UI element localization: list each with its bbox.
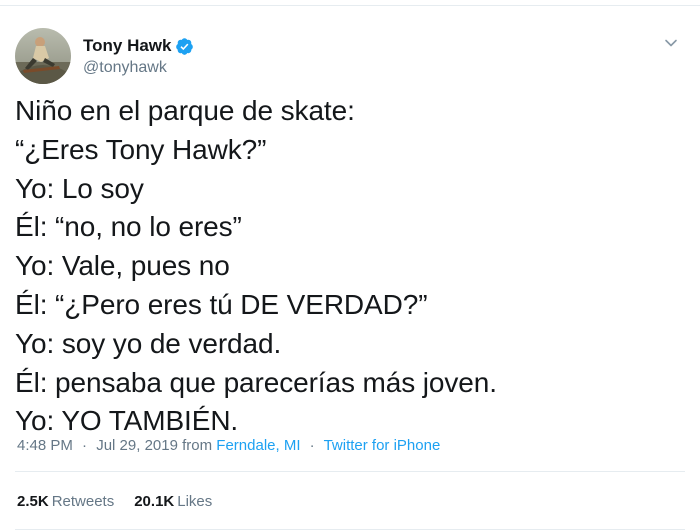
tweet-text: Niño en el parque de skate: “¿Eres Tony … — [15, 92, 685, 441]
tweet-card: Tony Hawk @tonyhawk Niño en el parque de… — [0, 0, 700, 530]
tweet-header: Tony Hawk @tonyhawk — [15, 28, 194, 84]
tweet-time[interactable]: 4:48 PM — [17, 437, 73, 454]
likes-stat[interactable]: 20.1K Likes — [134, 493, 212, 510]
tweet-line: Él: pensaba que parecerías más joven. — [15, 366, 497, 398]
tweet-line: Yo: YO TAMBIÉN. — [15, 405, 239, 437]
divider — [15, 471, 685, 472]
chevron-down-icon[interactable] — [664, 36, 678, 50]
top-divider — [0, 0, 700, 6]
separator: · — [82, 437, 88, 454]
tweet-line: “¿Eres Tony Hawk?” — [15, 133, 267, 165]
avatar[interactable] — [15, 28, 71, 84]
name-row: Tony Hawk — [83, 35, 194, 57]
user-handle[interactable]: @tonyhawk — [83, 59, 194, 77]
user-names: Tony Hawk @tonyhawk — [83, 35, 194, 77]
source-link[interactable]: Twitter for iPhone — [324, 437, 441, 454]
likes-count: 20.1K — [134, 493, 175, 510]
location-link[interactable]: Ferndale, MI — [216, 437, 300, 454]
from-label: from — [182, 437, 213, 454]
tweet-date[interactable]: Jul 29, 2019 — [96, 437, 178, 454]
tweet-line: Él: “no, no lo eres” — [15, 211, 242, 243]
retweets-count: 2.5K — [17, 493, 49, 510]
tweet-line: Él: “¿Pero eres tú DE VERDAD?” — [15, 288, 428, 320]
retweets-stat[interactable]: 2.5K Retweets — [17, 493, 114, 510]
tweet-stats: 2.5K Retweets 20.1K Likes — [17, 493, 232, 510]
separator: · — [309, 437, 315, 454]
avatar-image — [15, 28, 71, 84]
tweet-metadata: 4:48 PM · Jul 29, 2019 from Ferndale, MI… — [17, 437, 440, 454]
tweet-line: Yo: Vale, pues no — [15, 250, 230, 282]
display-name[interactable]: Tony Hawk — [83, 36, 171, 56]
tweet-line: Niño en el parque de skate: — [15, 95, 355, 126]
likes-label: Likes — [177, 493, 213, 510]
verified-badge-icon — [175, 37, 194, 56]
tweet-line: Yo: Lo soy — [15, 172, 144, 204]
tweet-line: Yo: soy yo de verdad. — [15, 327, 282, 359]
retweets-label: Retweets — [51, 493, 115, 510]
